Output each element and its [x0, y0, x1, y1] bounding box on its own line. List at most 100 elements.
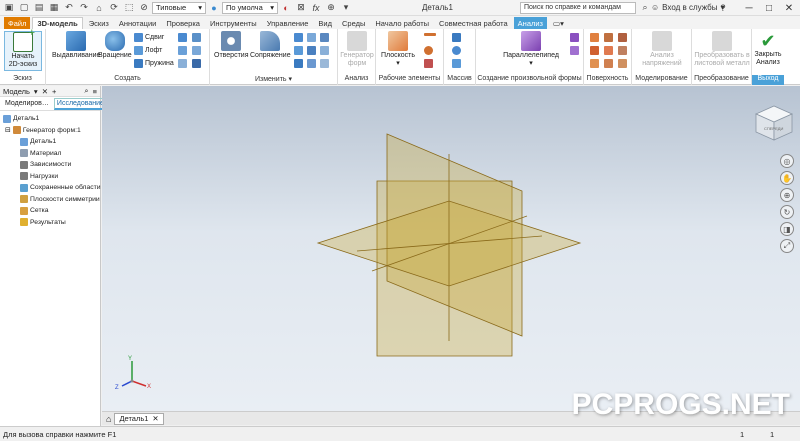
search-icon[interactable]: ⌕	[638, 1, 652, 14]
coil-button[interactable]: Пружина	[134, 59, 174, 68]
tab-inspect[interactable]: Проверка	[162, 17, 204, 29]
steering-wheel-icon[interactable]: ◎	[780, 154, 794, 168]
tree-item-shape-generator[interactable]: ⊟ Генератор форм:1	[0, 125, 100, 137]
extend-icon[interactable]	[604, 46, 613, 55]
graphics-viewport[interactable]: СПЕРЕДИ Y X Z ◎ ✋ ⊕ ↻ ◨ ⤢	[102, 86, 800, 411]
sign-in-button[interactable]: ☺ Вход в службы ▾	[651, 3, 725, 12]
pan-icon[interactable]: ✋	[780, 171, 794, 185]
appearance-select[interactable]: Типовые ▾	[152, 1, 206, 14]
freeform-box-button[interactable]: Параллелепипед ▾	[496, 31, 566, 68]
fillet-button[interactable]: Сопряжение	[250, 31, 291, 60]
fit-mesh-icon[interactable]	[618, 59, 627, 68]
update-icon[interactable]: ⟳	[107, 1, 121, 14]
tree-item-loads[interactable]: Нагрузки	[0, 171, 100, 183]
undo-icon[interactable]: ↶	[62, 1, 76, 14]
select-icon[interactable]: ⬚	[122, 1, 136, 14]
new-file-icon[interactable]: ▢	[17, 1, 31, 14]
tab-tools[interactable]: Инструменты	[206, 17, 261, 29]
adjust-icon[interactable]: ◐	[279, 1, 293, 14]
open-file-icon[interactable]: ▤	[32, 1, 46, 14]
rib-icon[interactable]	[178, 33, 187, 42]
freeform-face-icon[interactable]	[570, 46, 579, 55]
ribbon-options-icon[interactable]: ▭▾	[549, 17, 568, 29]
chamfer-icon[interactable]	[294, 33, 303, 42]
close-window-button[interactable]: ✕	[778, 0, 800, 16]
tree-root[interactable]: Деталь1	[0, 113, 100, 125]
close-analysis-button[interactable]: ✔ Закрыть Анализ	[753, 31, 783, 67]
mirror-icon[interactable]	[452, 59, 461, 68]
thicken-icon[interactable]	[320, 46, 329, 55]
close-icon[interactable]: ✕	[42, 87, 48, 96]
hole-button[interactable]: Отверстия	[214, 31, 248, 60]
redo-icon[interactable]: ↷	[77, 1, 91, 14]
minimize-button[interactable]: ─	[738, 0, 760, 16]
tab-get-started[interactable]: Начало работы	[371, 17, 433, 29]
revolve-button[interactable]: Вращение	[98, 31, 132, 60]
combine-icon[interactable]	[307, 59, 316, 68]
direct-edit-icon[interactable]	[320, 33, 329, 42]
tree-item-preserve-regions[interactable]: Сохраненные области	[0, 182, 101, 194]
import-icon[interactable]	[192, 46, 201, 55]
look-at-icon[interactable]: ◨	[780, 222, 794, 236]
app-menu-icon[interactable]: ▣	[2, 1, 16, 14]
search-icon[interactable]: ⌕	[84, 86, 88, 96]
shell-icon[interactable]	[294, 46, 303, 55]
collapse-icon[interactable]: ⊟	[5, 126, 11, 134]
search-input[interactable]: Поиск по справке и командам	[520, 2, 636, 14]
point-button[interactable]	[424, 46, 433, 55]
shape-generator-button[interactable]: Генератор форм	[340, 31, 374, 68]
axis-button[interactable]	[424, 33, 436, 36]
convert-sheet-metal-button[interactable]: Преобразовать в листовой металл	[694, 31, 750, 68]
derive-icon[interactable]	[178, 59, 187, 68]
tree-item-results[interactable]: Результаты	[0, 217, 100, 229]
draft-icon[interactable]	[294, 59, 303, 68]
split-icon[interactable]	[307, 46, 316, 55]
tab-environments[interactable]: Среды	[338, 17, 369, 29]
unwrap-icon[interactable]	[192, 59, 201, 68]
tree-item-constraints[interactable]: Зависимости	[0, 159, 100, 171]
stitch-icon[interactable]	[590, 33, 599, 42]
tab-3d-model[interactable]: 3D-модель	[32, 17, 83, 29]
tab-view[interactable]: Вид	[314, 17, 336, 29]
tree-item-symmetry-planes[interactable]: Плоскости симметрии	[0, 194, 100, 206]
zoom-all-icon[interactable]: ⤢	[780, 239, 794, 253]
start-2d-sketch-button[interactable]: + Начать 2D-эскиз	[4, 28, 42, 71]
loft-button[interactable]: Лофт	[134, 46, 162, 55]
tab-analysis[interactable]: Анализ	[513, 17, 547, 29]
tab-manage[interactable]: Управление	[263, 17, 313, 29]
tree-item-part[interactable]: Деталь1	[0, 136, 100, 148]
rectangular-pattern-icon[interactable]	[452, 33, 461, 42]
repair-icon[interactable]	[618, 46, 627, 55]
plane-button[interactable]: Плоскость ▾	[380, 31, 416, 68]
patch-icon[interactable]	[590, 59, 599, 68]
home-icon[interactable]: ⌂	[92, 1, 106, 14]
zoom-icon[interactable]: ⊕	[780, 188, 794, 202]
tab-annotate[interactable]: Аннотации	[115, 17, 161, 29]
home-icon[interactable]: ⌂	[106, 414, 111, 424]
close-icon[interactable]: ✕	[152, 414, 158, 423]
maximize-button[interactable]: □	[758, 0, 780, 16]
delete-face-icon[interactable]	[320, 59, 329, 68]
tab-sketch[interactable]: Эскиз	[85, 17, 113, 29]
clear-icon[interactable]: ⊠	[294, 1, 308, 14]
viewcube[interactable]: СПЕРЕДИ	[755, 105, 793, 141]
material-select[interactable]: По умолча ▾	[222, 1, 278, 14]
measure-icon[interactable]: ⊕	[324, 1, 338, 14]
subtab-modeling[interactable]: Моделиров…	[3, 99, 51, 108]
circular-pattern-icon[interactable]	[452, 46, 461, 55]
save-icon[interactable]: ▦	[47, 1, 61, 14]
extrude-button[interactable]: Выдавливание	[52, 31, 100, 60]
menu-icon[interactable]: ≡	[93, 87, 97, 96]
trim-icon[interactable]	[604, 33, 613, 42]
tree-item-mesh[interactable]: Сетка	[0, 205, 100, 217]
emboss-icon[interactable]	[178, 46, 187, 55]
tree-item-material[interactable]: Материал	[0, 148, 100, 160]
doc-tab-part1[interactable]: Деталь1 ✕	[114, 412, 164, 425]
customize-icon[interactable]: ▾	[339, 1, 353, 14]
help-icon[interactable]: ?	[716, 1, 730, 14]
chevron-down-icon[interactable]: ▾	[34, 87, 38, 96]
freeform-edit-icon[interactable]	[570, 33, 579, 42]
orbit-icon[interactable]: ↻	[780, 205, 794, 219]
stress-analysis-button[interactable]: Анализ напряжений	[636, 31, 688, 68]
thread-icon[interactable]	[307, 33, 316, 42]
